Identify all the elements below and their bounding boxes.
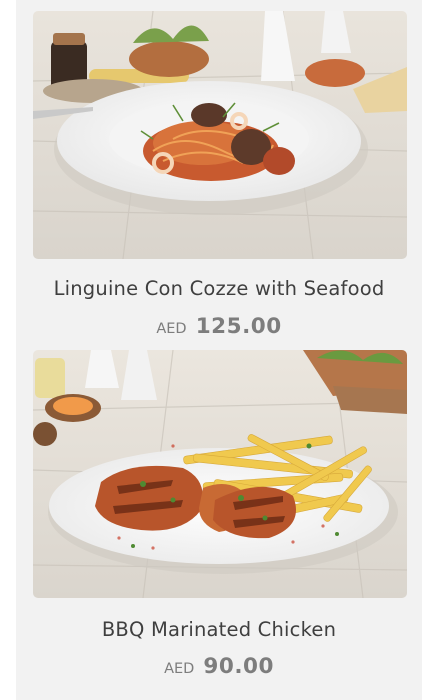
dish-name[interactable]: BBQ Marinated Chicken	[16, 618, 422, 641]
menu-item-card[interactable]: Linguine Con Cozze with Seafood AED 125.…	[16, 0, 422, 350]
dish-name[interactable]: Linguine Con Cozze with Seafood	[16, 277, 422, 300]
dish-price: AED 125.00	[16, 314, 422, 339]
price-currency: AED	[164, 661, 195, 677]
dish-price: AED 90.00	[16, 654, 422, 679]
dish-photo-bbq-chicken[interactable]	[33, 350, 407, 598]
price-currency: AED	[156, 321, 187, 337]
dish-photo-linguine[interactable]	[33, 11, 407, 259]
price-amount: 125.00	[195, 314, 282, 339]
price-amount: 90.00	[203, 654, 274, 679]
menu-list: Linguine Con Cozze with Seafood AED 125.…	[16, 0, 422, 700]
menu-item-card[interactable]: BBQ Marinated Chicken AED 90.00	[16, 350, 422, 700]
